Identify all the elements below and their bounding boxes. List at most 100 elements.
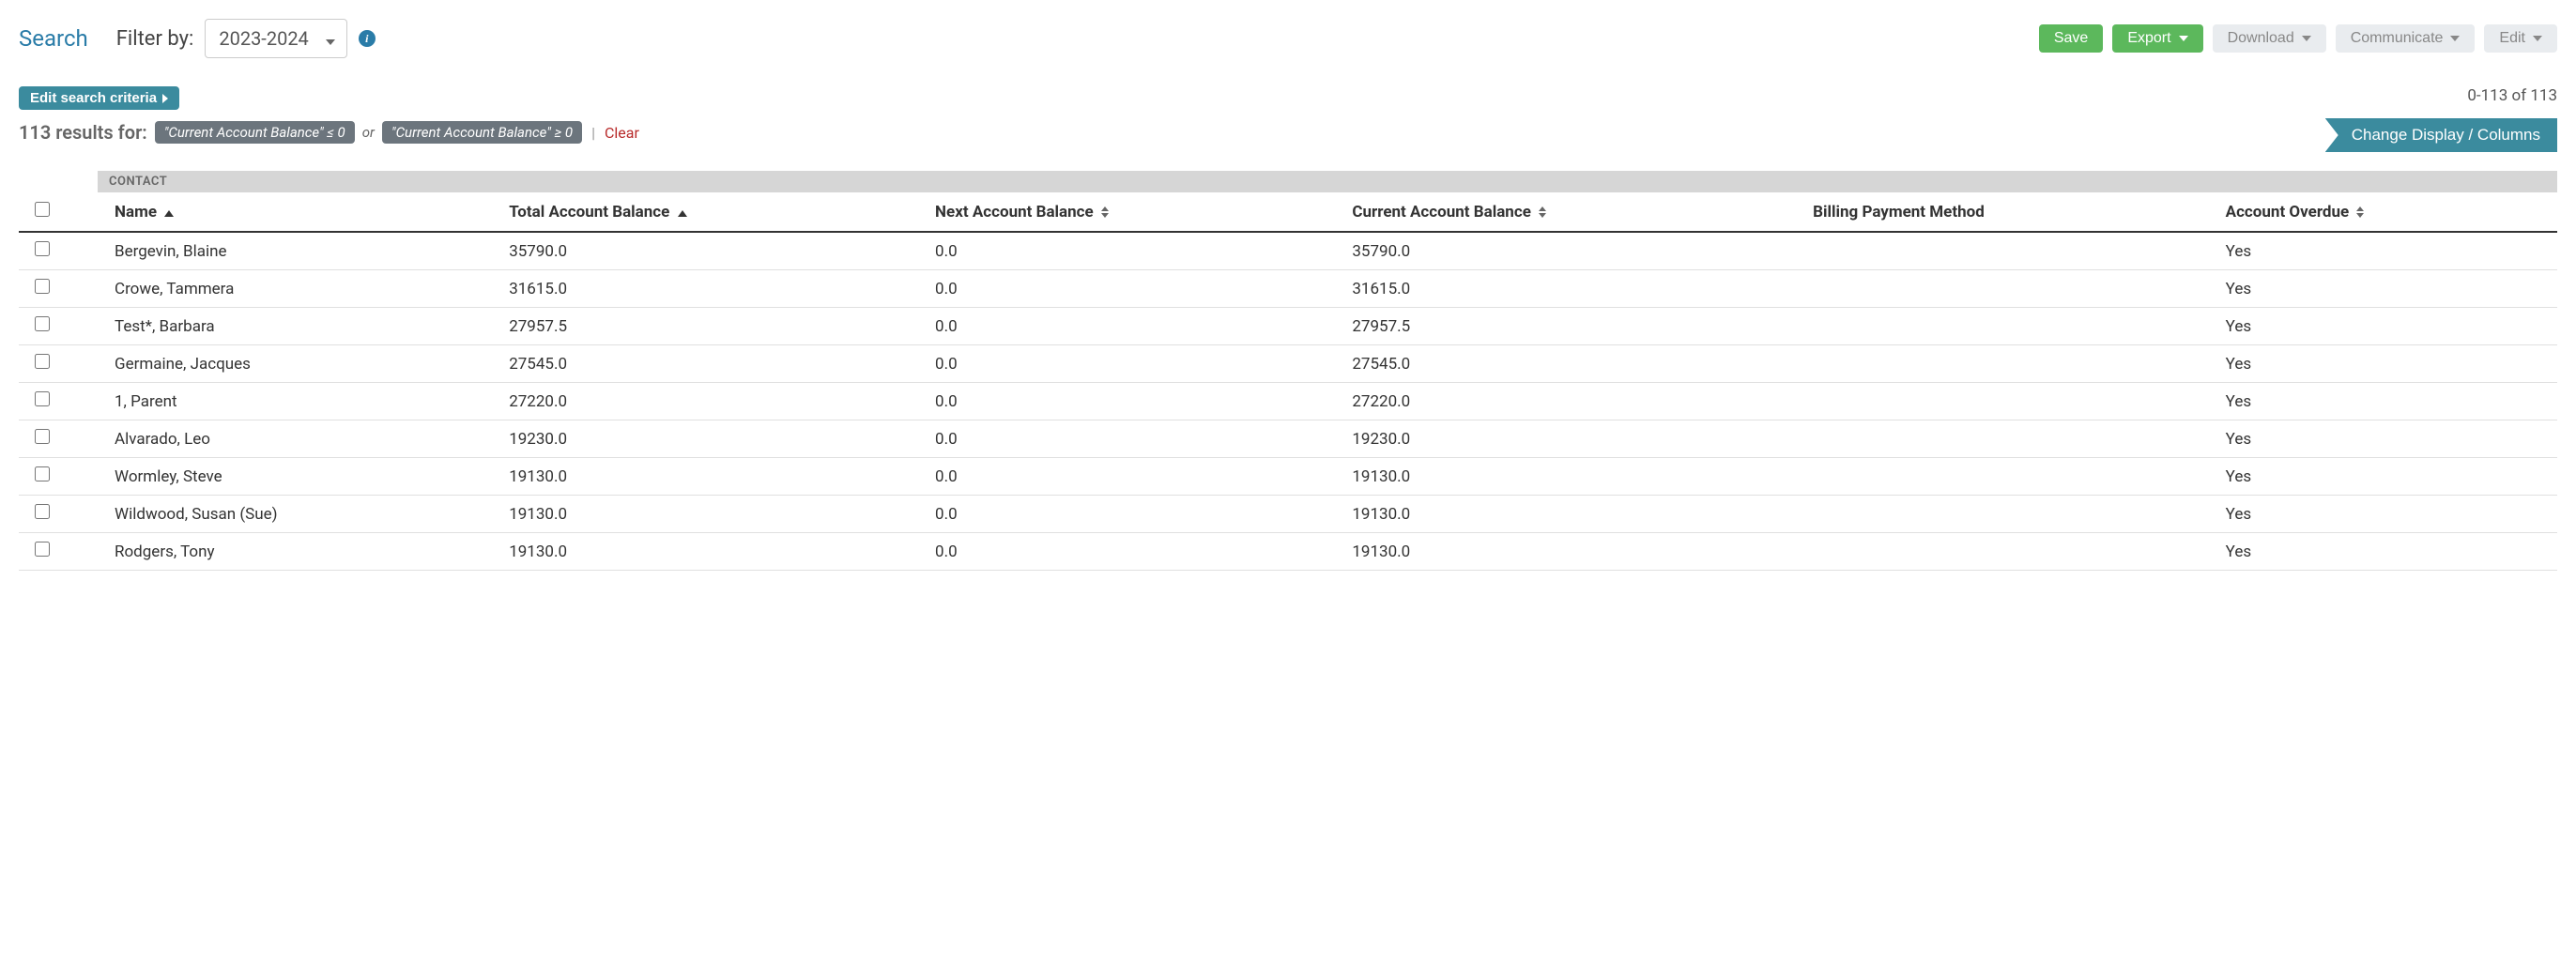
col-next[interactable]: Next Account Balance bbox=[924, 192, 1341, 232]
col-current[interactable]: Current Account Balance bbox=[1341, 192, 1802, 232]
row-checkbox-cell bbox=[19, 383, 66, 420]
chevron-down-icon bbox=[2533, 36, 2542, 41]
change-display-button[interactable]: Change Display / Columns bbox=[2325, 118, 2557, 152]
cell-next: 0.0 bbox=[924, 345, 1341, 383]
cell-current: 35790.0 bbox=[1341, 232, 1802, 270]
spacer-cell bbox=[66, 232, 103, 270]
row-checkbox-cell bbox=[19, 270, 66, 308]
row-checkbox[interactable] bbox=[35, 241, 50, 256]
edit-criteria-label: Edit search criteria bbox=[30, 90, 157, 106]
col-name-label: Name bbox=[115, 203, 157, 222]
criteria-pill-2[interactable]: "Current Account Balance" ≥ 0 bbox=[382, 121, 582, 144]
cell-overdue: Yes bbox=[2215, 533, 2557, 571]
select-all-checkbox[interactable] bbox=[35, 202, 50, 217]
cell-method bbox=[1802, 383, 2215, 420]
table-group-header: CONTACT bbox=[98, 171, 2557, 192]
cell-method bbox=[1802, 496, 2215, 533]
cell-overdue: Yes bbox=[2215, 270, 2557, 308]
edit-label: Edit bbox=[2499, 30, 2525, 47]
row-checkbox-cell bbox=[19, 533, 66, 571]
cell-next: 0.0 bbox=[924, 496, 1341, 533]
cell-total: 27957.5 bbox=[498, 308, 924, 345]
row-checkbox-cell bbox=[19, 420, 66, 458]
spacer-cell bbox=[66, 308, 103, 345]
save-button[interactable]: Save bbox=[2039, 24, 2103, 53]
row-checkbox[interactable] bbox=[35, 279, 50, 294]
cell-method bbox=[1802, 270, 2215, 308]
cell-overdue: Yes bbox=[2215, 496, 2557, 533]
row-checkbox-cell bbox=[19, 345, 66, 383]
cell-total: 19130.0 bbox=[498, 533, 924, 571]
cell-name: Test*, Barbara bbox=[103, 308, 498, 345]
clear-link[interactable]: Clear bbox=[605, 124, 639, 142]
edit-button[interactable]: Edit bbox=[2484, 24, 2557, 53]
criteria-or: or bbox=[362, 124, 375, 141]
row-checkbox-cell bbox=[19, 496, 66, 533]
cell-method bbox=[1802, 420, 2215, 458]
row-checkbox[interactable] bbox=[35, 466, 50, 481]
col-overdue[interactable]: Account Overdue bbox=[2215, 192, 2557, 232]
results-table: Name Total Account Balance Next Account … bbox=[19, 192, 2557, 571]
cell-total: 19130.0 bbox=[498, 496, 924, 533]
col-total[interactable]: Total Account Balance bbox=[498, 192, 924, 232]
info-icon[interactable]: i bbox=[359, 30, 376, 47]
table-row[interactable]: Wildwood, Susan (Sue)19130.00.019130.0Ye… bbox=[19, 496, 2557, 533]
cell-overdue: Yes bbox=[2215, 232, 2557, 270]
table-row[interactable]: Alvarado, Leo19230.00.019230.0Yes bbox=[19, 420, 2557, 458]
row-checkbox[interactable] bbox=[35, 391, 50, 406]
spacer-cell bbox=[66, 496, 103, 533]
edit-search-criteria-button[interactable]: Edit search criteria bbox=[19, 86, 179, 110]
cell-name: Crowe, Tammera bbox=[103, 270, 498, 308]
cell-name: Germaine, Jacques bbox=[103, 345, 498, 383]
table-header-row: Name Total Account Balance Next Account … bbox=[19, 192, 2557, 232]
criteria-left: Edit search criteria 113 results for: "C… bbox=[19, 86, 639, 144]
filter-label: Filter by: bbox=[116, 27, 194, 51]
cell-method bbox=[1802, 458, 2215, 496]
cell-current: 27545.0 bbox=[1341, 345, 1802, 383]
filter-select[interactable]: 2023-2024 bbox=[205, 19, 346, 58]
row-checkbox[interactable] bbox=[35, 354, 50, 369]
table-row[interactable]: Wormley, Steve19130.00.019130.0Yes bbox=[19, 458, 2557, 496]
download-label: Download bbox=[2228, 30, 2294, 47]
col-name[interactable]: Name bbox=[103, 192, 498, 232]
row-checkbox[interactable] bbox=[35, 429, 50, 444]
cell-next: 0.0 bbox=[924, 458, 1341, 496]
criteria-bar: Edit search criteria 113 results for: "C… bbox=[19, 86, 2557, 152]
chevron-down-icon bbox=[2179, 36, 2188, 41]
search-link[interactable]: Search bbox=[19, 25, 88, 52]
sort-both-icon bbox=[1101, 206, 1109, 218]
table-row[interactable]: Crowe, Tammera31615.00.031615.0Yes bbox=[19, 270, 2557, 308]
table-row[interactable]: Bergevin, Blaine35790.00.035790.0Yes bbox=[19, 232, 2557, 270]
row-checkbox[interactable] bbox=[35, 504, 50, 519]
cell-name: 1, Parent bbox=[103, 383, 498, 420]
download-button[interactable]: Download bbox=[2213, 24, 2326, 53]
cell-next: 0.0 bbox=[924, 383, 1341, 420]
table-row[interactable]: Rodgers, Tony19130.00.019130.0Yes bbox=[19, 533, 2557, 571]
cell-total: 27220.0 bbox=[498, 383, 924, 420]
cell-total: 35790.0 bbox=[498, 232, 924, 270]
cell-total: 19230.0 bbox=[498, 420, 924, 458]
col-total-label: Total Account Balance bbox=[509, 203, 669, 222]
col-method[interactable]: Billing Payment Method bbox=[1802, 192, 2215, 232]
spacer-cell bbox=[66, 420, 103, 458]
table-row[interactable]: 1, Parent27220.00.027220.0Yes bbox=[19, 383, 2557, 420]
row-checkbox[interactable] bbox=[35, 542, 50, 557]
cell-current: 27957.5 bbox=[1341, 308, 1802, 345]
cell-method bbox=[1802, 345, 2215, 383]
criteria-pill-1[interactable]: "Current Account Balance" ≤ 0 bbox=[155, 121, 355, 144]
cell-next: 0.0 bbox=[924, 420, 1341, 458]
cell-current: 19130.0 bbox=[1341, 458, 1802, 496]
communicate-button[interactable]: Communicate bbox=[2336, 24, 2476, 53]
filter-select-value: 2023-2024 bbox=[219, 27, 308, 50]
col-method-label: Billing Payment Method bbox=[1813, 203, 1985, 222]
row-checkbox[interactable] bbox=[35, 316, 50, 331]
cell-next: 0.0 bbox=[924, 232, 1341, 270]
cell-name: Rodgers, Tony bbox=[103, 533, 498, 571]
spacer-cell bbox=[66, 345, 103, 383]
export-button[interactable]: Export bbox=[2112, 24, 2202, 53]
table-row[interactable]: Test*, Barbara27957.50.027957.5Yes bbox=[19, 308, 2557, 345]
table-row[interactable]: Germaine, Jacques27545.00.027545.0Yes bbox=[19, 345, 2557, 383]
cell-method bbox=[1802, 308, 2215, 345]
sort-asc-icon bbox=[678, 210, 687, 217]
row-checkbox-cell bbox=[19, 308, 66, 345]
